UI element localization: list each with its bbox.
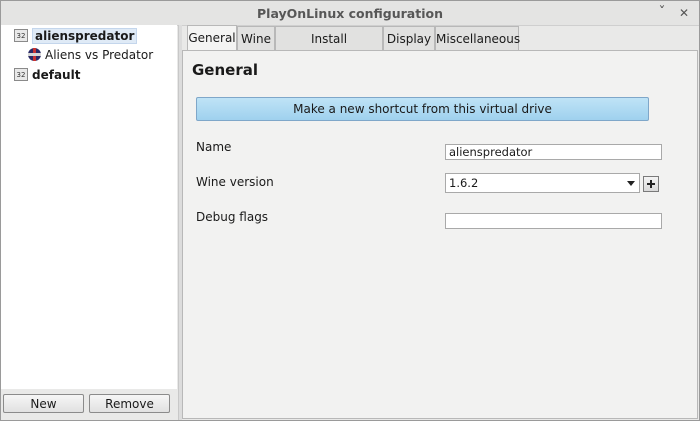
wine-version-select[interactable]: 1.6.2 bbox=[445, 173, 640, 193]
tree-item-label: alienspredator bbox=[32, 27, 138, 44]
tree-item-label: default bbox=[32, 67, 81, 82]
chevron-down-icon bbox=[627, 181, 635, 186]
debug-flags-field[interactable] bbox=[445, 213, 662, 229]
wine-version-value: 1.6.2 bbox=[449, 176, 479, 190]
tab-display[interactable]: Display bbox=[383, 26, 435, 50]
tab-miscellaneous[interactable]: Miscellaneous bbox=[435, 26, 520, 50]
remove-button[interactable]: Remove bbox=[89, 394, 170, 413]
name-field[interactable]: alienspredator bbox=[445, 144, 662, 160]
make-shortcut-button[interactable]: Make a new shortcut from this virtual dr… bbox=[196, 97, 649, 121]
name-label: Name bbox=[196, 140, 232, 154]
minimize-button[interactable]: ˇ bbox=[652, 3, 672, 23]
tab-install-components[interactable]: Install components bbox=[275, 26, 383, 70]
tree-item-aliens-vs-predator[interactable]: Aliens vs Predator bbox=[28, 45, 153, 64]
tab-general[interactable]: General bbox=[187, 25, 237, 51]
tree-item-default[interactable]: 32 default bbox=[14, 65, 80, 84]
tab-wine[interactable]: Wine bbox=[237, 26, 275, 50]
32bit-prefix-icon: 32 bbox=[14, 29, 28, 42]
virtual-drive-tree: 32 alienspredator Aliens vs Predator 32 … bbox=[1, 25, 177, 389]
close-button[interactable]: ✕ bbox=[674, 3, 694, 23]
debug-flags-label: Debug flags bbox=[196, 210, 269, 224]
new-button[interactable]: New bbox=[3, 394, 84, 413]
32bit-prefix-icon: 32 bbox=[14, 68, 28, 81]
window-title: PlayOnLinux configuration bbox=[257, 6, 443, 21]
tree-item-label: Aliens vs Predator bbox=[45, 47, 154, 62]
wine-version-label: Wine version bbox=[196, 175, 274, 189]
panel-heading: General bbox=[192, 61, 258, 79]
title-bar: PlayOnLinux configuration ˇ ✕ bbox=[1, 1, 699, 26]
add-wine-version-button[interactable] bbox=[643, 176, 659, 192]
config-window: PlayOnLinux configuration ˇ ✕ 32 aliensp… bbox=[0, 0, 700, 421]
tree-item-alienspredator[interactable]: 32 alienspredator bbox=[14, 26, 138, 45]
general-panel: General Make a new shortcut from this vi… bbox=[182, 50, 698, 419]
game-icon bbox=[28, 48, 41, 61]
